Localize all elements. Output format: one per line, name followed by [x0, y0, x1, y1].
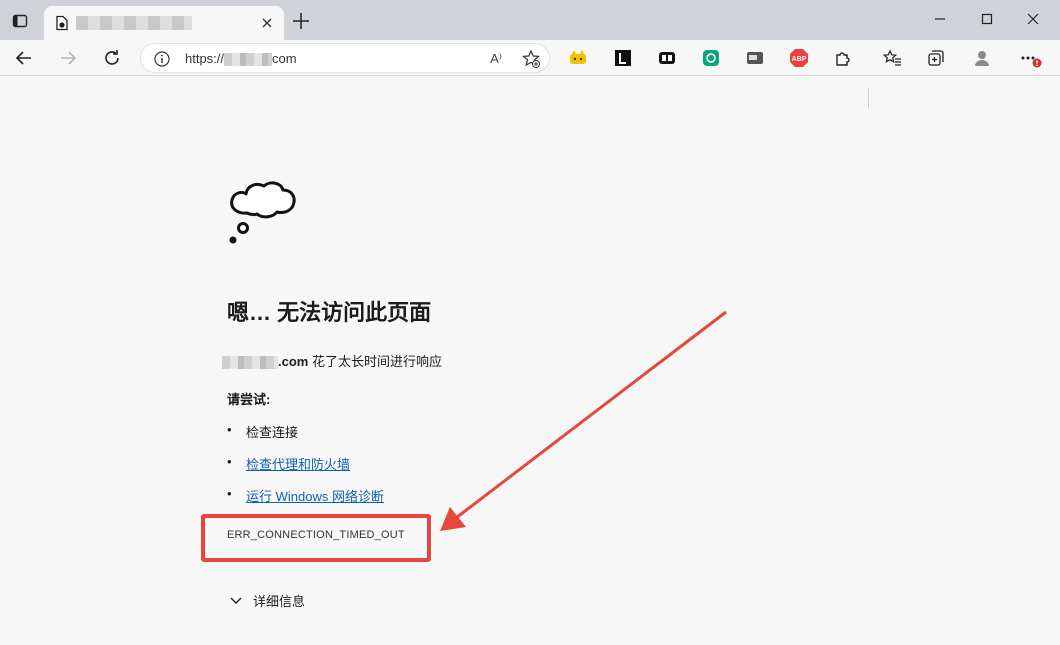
title-bar	[0, 0, 1060, 40]
error-page: 嗯… 无法访问此页面 .com 花了太长时间进行响应 请尝试: • 检查连接 •…	[0, 77, 1060, 645]
address-bar[interactable]: https:// com A⁾	[140, 43, 550, 73]
profile-icon[interactable]	[972, 48, 992, 68]
cloud-icon	[229, 181, 296, 244]
url-prefix: https://	[185, 51, 225, 66]
close-icon[interactable]	[258, 14, 276, 32]
bullet: •	[227, 486, 232, 501]
read-aloud-button[interactable]: A⁾	[486, 49, 506, 69]
url-suffix: com	[272, 51, 297, 66]
window-close-icon[interactable]	[1021, 8, 1045, 30]
extensions-puzzle-icon[interactable]	[833, 48, 853, 68]
plus-icon[interactable]	[290, 10, 312, 32]
page-icon	[56, 15, 68, 31]
refresh-icon[interactable]	[100, 46, 124, 70]
error-message: .com 花了太长时间进行响应	[222, 351, 442, 370]
extension-dual-icon[interactable]	[657, 48, 677, 68]
bullet: •	[227, 454, 232, 469]
redacted-domain	[224, 53, 273, 67]
try-label: 请尝试:	[227, 392, 271, 407]
extension-screen-icon[interactable]	[745, 48, 765, 68]
bullet: •	[227, 422, 232, 437]
url-text[interactable]: https:// com	[185, 51, 297, 67]
collections-icon[interactable]	[926, 48, 946, 68]
host-suffix: .com	[278, 354, 309, 369]
more-icon[interactable]	[1018, 48, 1044, 68]
redacted-host	[222, 356, 278, 370]
maximize-icon[interactable]	[975, 8, 999, 30]
info-icon[interactable]	[153, 50, 171, 68]
tab-title-redacted	[76, 16, 192, 30]
details-button[interactable]: 详细信息	[229, 591, 305, 610]
suggestion-check-connection: 检查连接	[246, 425, 299, 440]
extension-cat-icon[interactable]	[568, 48, 588, 68]
svg-text:ABP: ABP	[792, 56, 807, 63]
back-icon[interactable]	[12, 46, 36, 70]
details-label: 详细信息	[253, 594, 306, 609]
message-text: 花了太长时间进行响应	[308, 354, 442, 369]
favorite-add-icon[interactable]	[521, 49, 541, 69]
extension-l-icon[interactable]	[613, 48, 633, 68]
favorites-icon[interactable]	[882, 48, 902, 68]
toolbar: https:// com A⁾ ABP	[0, 40, 1060, 108]
browser-tab[interactable]	[44, 6, 284, 40]
link-check-proxy-firewall[interactable]: 检查代理和防火墙	[246, 454, 350, 473]
extension-abp-icon[interactable]: ABP	[789, 48, 809, 68]
extension-chatgpt-icon[interactable]	[701, 48, 721, 68]
chevron-down-icon	[230, 597, 242, 604]
annotation-highlight-box	[201, 514, 431, 562]
error-heading: 嗯… 无法访问此页面	[227, 300, 432, 325]
forward-icon[interactable]	[56, 46, 80, 70]
link-windows-diagnostics[interactable]: 运行 Windows 网络诊断	[246, 486, 384, 505]
minimize-icon[interactable]	[928, 8, 952, 30]
tab-actions-icon[interactable]	[8, 9, 32, 33]
